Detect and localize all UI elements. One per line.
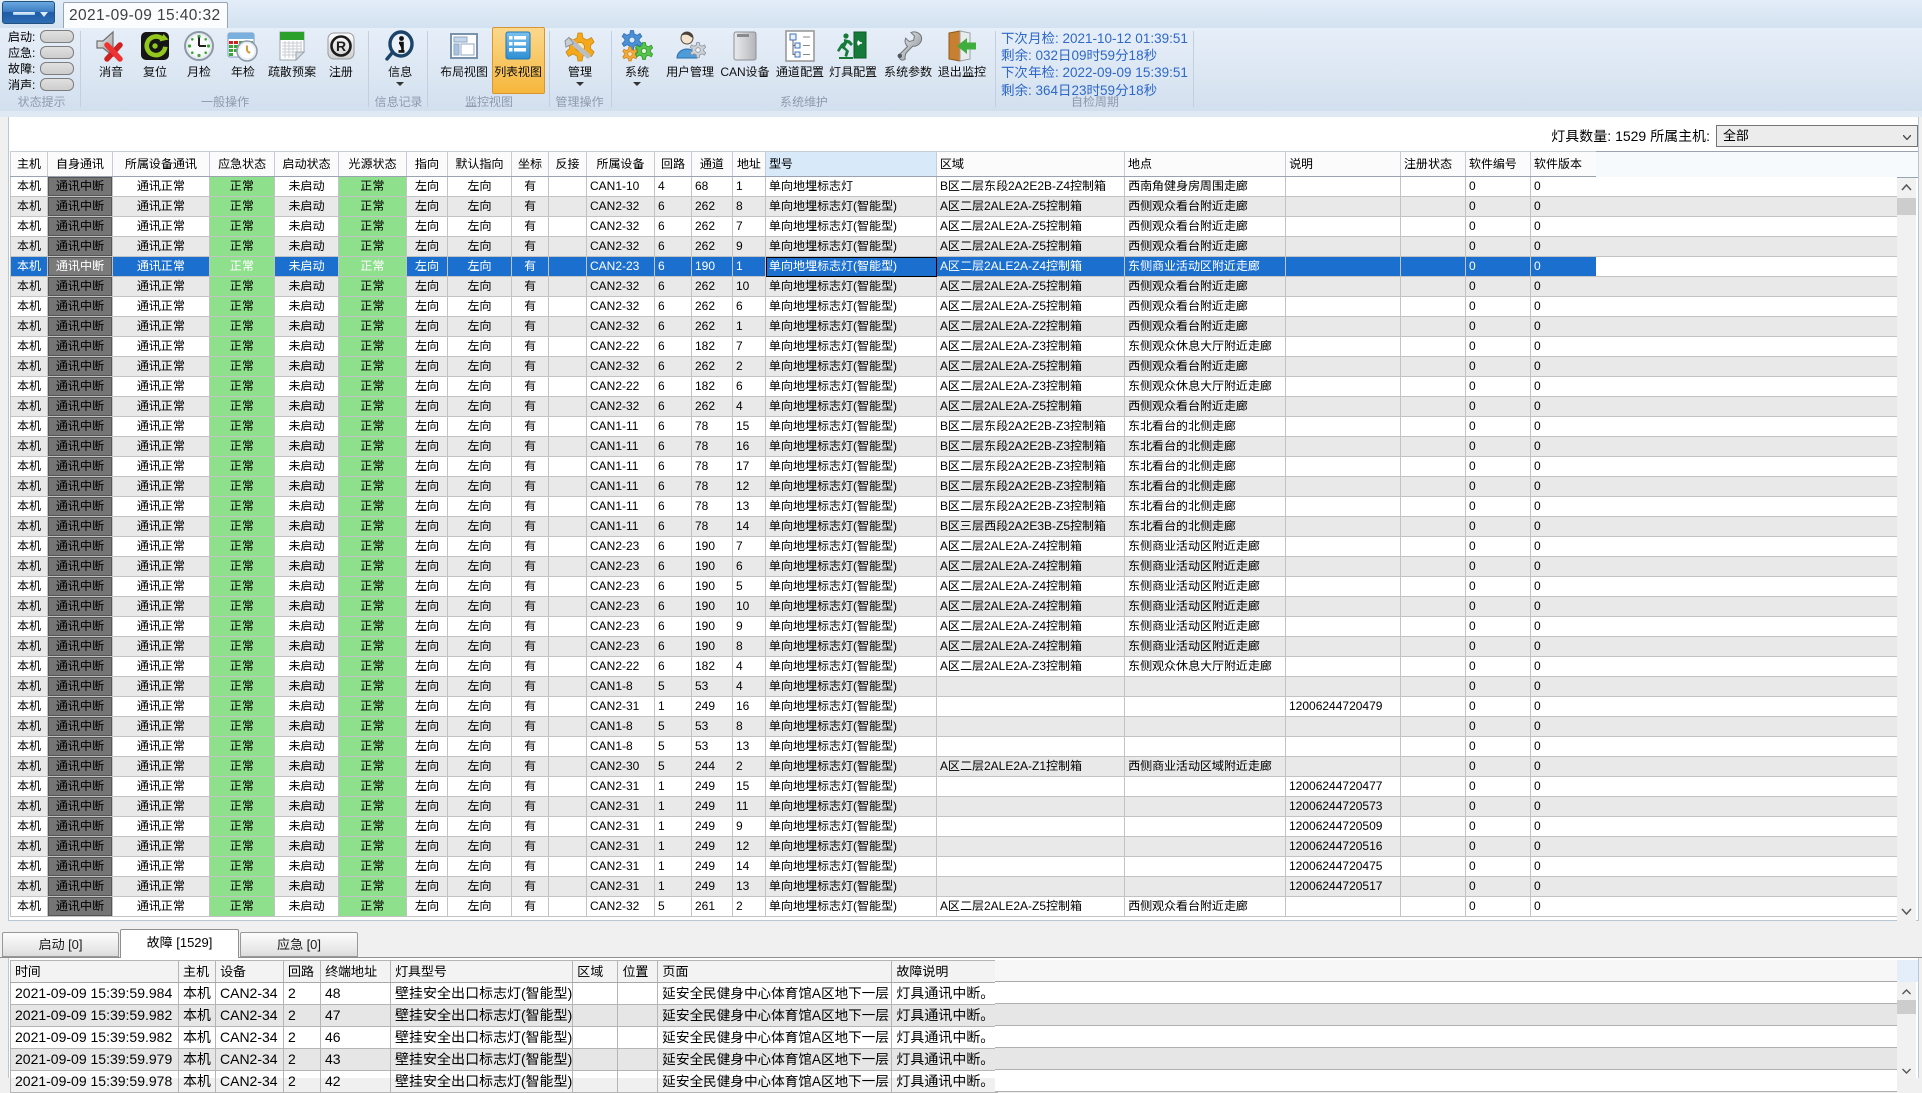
- svg-text:R: R: [336, 38, 346, 54]
